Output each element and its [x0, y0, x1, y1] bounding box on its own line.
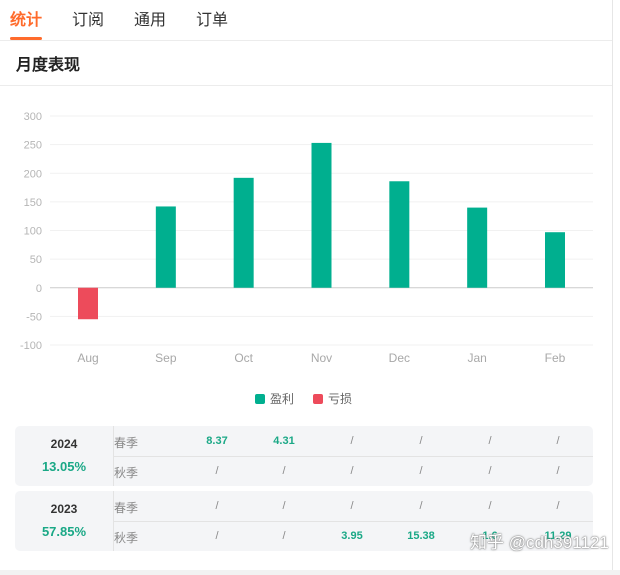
bar-dec [389, 181, 410, 288]
table-cell: / [488, 500, 492, 512]
section-title: 月度表现 [16, 57, 81, 74]
section-divider [0, 85, 612, 86]
top-tab-bar: 统计 订阅 通用 订单 [0, 0, 612, 41]
y-tick-label: 250 [24, 140, 42, 152]
legend-item-profit[interactable]: 盈利 [255, 390, 294, 407]
bar-feb [545, 232, 565, 288]
table-cell: / [488, 465, 492, 477]
table-cell: / [556, 500, 560, 512]
table-cell: / [419, 465, 423, 477]
tab-subscription[interactable]: 订阅 [72, 6, 104, 30]
y-tick-label: 0 [36, 283, 42, 295]
active-tab-indicator [10, 37, 42, 40]
y-tick-label: 100 [24, 226, 42, 238]
y-tick-label: -50 [26, 311, 42, 323]
table-cell: / [215, 530, 219, 542]
bar-nov [311, 142, 332, 288]
season-label-autumn: 秋季 [114, 531, 139, 545]
table-cell: / [350, 500, 354, 512]
monthly-bar-chart: 300 250 200 150 100 50 0 -50 -100 Aug Sep Oct Nov Dec… [20, 111, 593, 365]
legend-swatch-profit [255, 393, 265, 404]
legend-label-profit: 盈利 [270, 392, 295, 406]
tab-orders[interactable]: 订单 [196, 6, 228, 30]
x-tick-label: Oct [234, 351, 253, 365]
bottom-bar [0, 570, 620, 575]
y-tick-label: 50 [30, 254, 42, 266]
season-label-spring: 春季 [114, 436, 139, 450]
y-tick-label: 150 [24, 197, 42, 209]
y-tick-label: 200 [24, 168, 42, 180]
bar-sep [155, 206, 176, 288]
table-cell: / [282, 500, 286, 512]
tab-general[interactable]: 通用 [134, 6, 166, 30]
table-cell: / [350, 465, 354, 477]
table-cell: / [419, 500, 423, 512]
chart-legend: 盈利 亏损 [0, 390, 612, 406]
table-cell: / [556, 465, 560, 477]
bar-aug [78, 287, 98, 320]
legend-swatch-loss [313, 393, 323, 404]
card-row-divider [113, 521, 593, 522]
y-tick-label: 300 [24, 111, 42, 123]
table-cell: 4.31 [273, 435, 295, 447]
bar-oct [233, 177, 254, 288]
season-label-spring: 春季 [114, 501, 139, 515]
x-tick-label: Feb [545, 351, 566, 365]
year-label: 2024 [50, 437, 78, 451]
table-cell: / [215, 465, 219, 477]
bar-jan [467, 207, 488, 288]
table-cell: 15.38 [407, 530, 435, 542]
table-cell: / [556, 435, 560, 447]
x-tick-label: Jan [467, 351, 486, 365]
year-label: 2023 [50, 502, 78, 516]
card-row-divider [113, 456, 593, 457]
table-cell: 8.37 [206, 435, 228, 447]
x-tick-label: Aug [77, 351, 98, 365]
x-tick-label: Sep [155, 351, 177, 365]
legend-label-loss: 亏损 [328, 392, 353, 406]
x-tick-label: Nov [311, 351, 332, 365]
table-cell: / [350, 435, 354, 447]
panel-right-border [612, 0, 613, 575]
table-cell: / [419, 435, 423, 447]
y-tick-label: -100 [20, 340, 42, 352]
year-card-2024: 2024 13.05% 春季 秋季 8.37 4.31 / / / / / / … [15, 426, 593, 486]
table-cell: / [282, 465, 286, 477]
table-cell: 3.95 [341, 530, 363, 542]
season-label-autumn: 秋季 [114, 466, 139, 480]
tab-statistics[interactable]: 统计 [10, 6, 42, 30]
table-cell: / [282, 530, 286, 542]
table-cell: / [488, 435, 492, 447]
table-cell: / [215, 500, 219, 512]
legend-item-loss[interactable]: 亏损 [313, 390, 352, 407]
year-percent: 57.85% [41, 524, 87, 539]
watermark: 知乎 @cdh391121 [470, 533, 609, 552]
x-tick-label: Dec [389, 351, 410, 365]
year-percent: 13.05% [41, 459, 87, 474]
